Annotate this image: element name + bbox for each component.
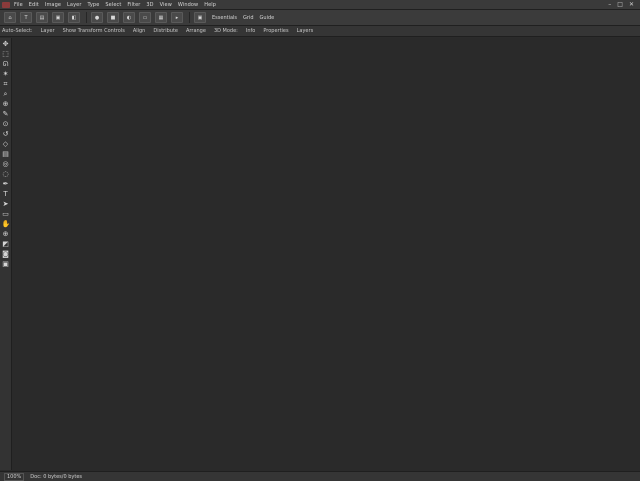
menu-view[interactable]: View xyxy=(160,2,172,8)
dodge-icon[interactable]: ◌ xyxy=(2,170,10,178)
document-canvas[interactable] xyxy=(12,38,640,471)
options-item[interactable]: Show Transform Controls xyxy=(63,28,125,34)
stamp-icon[interactable]: ⊙ xyxy=(2,120,10,128)
play-button[interactable]: ▸ xyxy=(171,12,183,23)
minimize-button[interactable]: – xyxy=(608,1,611,8)
window-controls: – □ ✕ xyxy=(608,1,634,8)
hand-icon[interactable]: ✋ xyxy=(2,220,11,228)
options-item[interactable]: Align xyxy=(133,28,146,34)
grid-button[interactable]: ▦ xyxy=(155,12,167,23)
options-item[interactable]: 3D Mode: xyxy=(214,28,238,34)
zoom-icon[interactable]: ⊕ xyxy=(2,230,10,238)
menu-layer[interactable]: Layer xyxy=(67,2,81,8)
pen-icon[interactable]: ✒ xyxy=(2,180,10,188)
workspace-tab-essentials[interactable]: Essentials xyxy=(212,15,237,21)
frame-button[interactable]: ▭ xyxy=(139,12,151,23)
crop-icon[interactable]: ⌗ xyxy=(2,80,10,88)
menu-edit[interactable]: Edit xyxy=(29,2,39,8)
menu-select[interactable]: Select xyxy=(105,2,121,8)
menu-3d[interactable]: 3D xyxy=(146,2,153,8)
path-select-icon[interactable]: ➤ xyxy=(2,200,10,208)
stop-button[interactable]: ■ xyxy=(107,12,119,23)
eraser-icon[interactable]: ◇ xyxy=(2,140,10,148)
options-item[interactable]: Properties xyxy=(263,28,288,34)
app-logo-icon xyxy=(2,1,10,8)
options-item[interactable]: Layer xyxy=(41,28,55,34)
toolbar-divider xyxy=(189,12,190,23)
text-tool-button[interactable]: T xyxy=(20,12,32,23)
options-item[interactable]: Layers xyxy=(297,28,314,34)
menu-image[interactable]: Image xyxy=(45,2,61,8)
move-icon[interactable]: ✥ xyxy=(2,40,10,48)
app-toolbar: ⌂ T ▤ ▣ ◧ ● ■ ◐ ▭ ▦ ▸ ▣ Essentials Grid … xyxy=(0,10,640,26)
blur-icon[interactable]: ◎ xyxy=(2,160,10,168)
eyedropper-icon[interactable]: ⌕ xyxy=(2,90,10,98)
menu-type[interactable]: Type xyxy=(88,2,100,8)
colors-icon[interactable]: ◩ xyxy=(2,240,10,248)
options-item[interactable]: Auto-Select: xyxy=(2,28,33,34)
menu-help[interactable]: Help xyxy=(204,2,216,8)
toolbar-divider xyxy=(86,12,87,23)
brush-icon[interactable]: ✎ xyxy=(2,110,10,118)
document-info: Doc: 0 bytes/0 bytes xyxy=(30,473,83,480)
marquee-icon[interactable]: ⬚ xyxy=(2,50,10,58)
title-bar: File Edit Image Layer Type Select Filter… xyxy=(0,0,640,10)
menu-filter[interactable]: Filter xyxy=(127,2,140,8)
panel-button[interactable]: ◧ xyxy=(68,12,80,23)
home-button[interactable]: ⌂ xyxy=(4,12,16,23)
menu-window[interactable]: Window xyxy=(178,2,198,8)
magic-wand-icon[interactable]: ✶ xyxy=(2,70,10,78)
tools-panel: ✥ ⬚ ᘏ ✶ ⌗ ⌕ ⊕ ✎ ⊙ ↺ ◇ ▤ ◎ ◌ ✒ T ➤ ▭ ✋ ⊕ ◩ ◙ ▣ xyxy=(0,38,12,470)
close-button[interactable]: ✕ xyxy=(629,1,634,8)
workspace-tab-guide[interactable]: Guide xyxy=(260,15,275,21)
options-item[interactable]: Arrange xyxy=(186,28,206,34)
options-item[interactable]: Distribute xyxy=(153,28,178,34)
arrange-button[interactable]: ▤ xyxy=(36,12,48,23)
menu-file[interactable]: File xyxy=(14,2,23,8)
menu-bar: File Edit Image Layer Type Select Filter… xyxy=(14,0,216,9)
lasso-icon[interactable]: ᘏ xyxy=(2,60,10,68)
mask-button[interactable]: ◐ xyxy=(123,12,135,23)
layout-button[interactable]: ▣ xyxy=(52,12,64,23)
shape-icon[interactable]: ▭ xyxy=(2,210,10,218)
options-bar: Auto-Select: Layer Show Transform Contro… xyxy=(0,26,640,37)
options-item[interactable]: Info xyxy=(246,28,255,34)
maximize-button[interactable]: □ xyxy=(617,1,623,8)
history-brush-icon[interactable]: ↺ xyxy=(2,130,10,138)
screen-mode-icon[interactable]: ▣ xyxy=(2,260,10,268)
healing-icon[interactable]: ⊕ xyxy=(2,100,10,108)
quick-mask-icon[interactable]: ◙ xyxy=(2,250,10,258)
type-icon[interactable]: T xyxy=(2,190,10,198)
screen-button[interactable]: ▣ xyxy=(194,12,206,23)
gradient-icon[interactable]: ▤ xyxy=(2,150,10,158)
workspace-tab-grid[interactable]: Grid xyxy=(243,15,254,21)
zoom-level[interactable]: 100% xyxy=(4,472,25,481)
record-button[interactable]: ● xyxy=(91,12,103,23)
